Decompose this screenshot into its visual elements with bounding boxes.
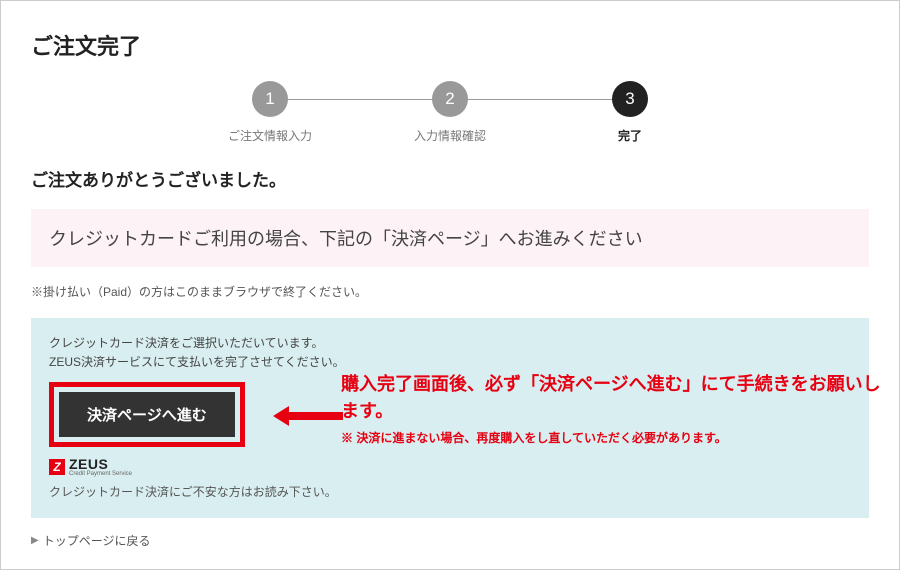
step-line-1 xyxy=(270,99,450,100)
back-to-top-link[interactable]: ▶ トップページに戻る xyxy=(31,532,869,549)
step-3-label: 完了 xyxy=(618,127,642,144)
zeus-logo: Z ZEUS Credit Payment Service xyxy=(49,457,851,477)
step-3: 3 完了 xyxy=(540,81,720,144)
progress-stepper: 1 ご注文情報入力 2 入力情報確認 3 完了 xyxy=(31,81,869,144)
proceed-to-payment-button[interactable]: 決済ページへ進む xyxy=(59,392,235,437)
callout-sub-text: ※ 決済に進まない場合、再度購入をし直していただく必要があります。 xyxy=(341,429,881,446)
panel-line-1: クレジットカード決済をご選択いただいています。 xyxy=(49,334,851,353)
step-1-circle: 1 xyxy=(252,81,288,117)
step-line-2 xyxy=(450,99,630,100)
credit-card-notice: クレジットカードご利用の場合、下記の「決済ページ」へお進みください xyxy=(31,209,869,267)
page-title: ご注文完了 xyxy=(31,29,869,61)
instruction-callout: 購入完了画面後、必ず「決済ページへ進む」にて手続きをお願いします。 ※ 決済に進… xyxy=(341,371,881,446)
zeus-logo-name: ZEUS xyxy=(69,457,132,471)
step-1-label: ご注文情報入力 xyxy=(228,127,312,144)
step-1: 1 ご注文情報入力 xyxy=(180,81,360,144)
step-2-label: 入力情報確認 xyxy=(414,127,486,144)
thanks-message: ご注文ありがとうございました。 xyxy=(31,166,869,191)
zeus-note: クレジットカード決済にご不安な方はお読み下さい。 xyxy=(49,483,851,500)
chevron-right-icon: ▶ xyxy=(31,535,39,546)
step-2-circle: 2 xyxy=(432,81,468,117)
step-3-circle: 3 xyxy=(612,81,648,117)
step-2: 2 入力情報確認 xyxy=(360,81,540,144)
callout-arrow-icon xyxy=(273,401,343,431)
paid-note: ※掛け払い（Paid）の方はこのままブラウザで終了ください。 xyxy=(31,283,869,300)
callout-main-text: 購入完了画面後、必ず「決済ページへ進む」にて手続きをお願いします。 xyxy=(341,371,881,425)
payment-button-highlight: 決済ページへ進む xyxy=(49,382,245,447)
zeus-logo-tagline: Credit Payment Service xyxy=(69,471,132,477)
zeus-logo-icon: Z xyxy=(49,459,65,475)
panel-line-2: ZEUS決済サービスにて支払いを完了させてください。 xyxy=(49,353,851,372)
back-link-label: トップページに戻る xyxy=(43,532,151,549)
